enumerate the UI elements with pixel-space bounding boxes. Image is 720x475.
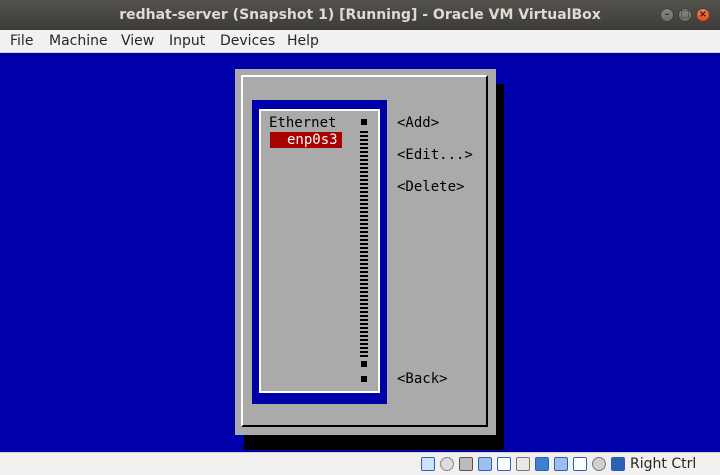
menu-help[interactable]: Help — [287, 30, 319, 52]
close-icon[interactable]: × — [696, 8, 710, 22]
edit-button[interactable]: <Edit...> — [397, 147, 473, 163]
maximize-icon[interactable]: □ — [678, 8, 692, 22]
video-capture-icon[interactable] — [554, 457, 568, 471]
list-header-ethernet: Ethernet — [269, 115, 337, 131]
display-icon[interactable] — [535, 457, 549, 471]
usb-icon[interactable] — [497, 457, 511, 471]
host-key-label: Right Ctrl — [630, 456, 697, 472]
back-button[interactable]: <Back> — [397, 371, 448, 387]
network-icon[interactable] — [478, 457, 492, 471]
menu-devices[interactable]: Devices — [220, 30, 275, 52]
hard-disk-icon[interactable] — [421, 457, 435, 471]
menu-input[interactable]: Input — [169, 30, 205, 52]
menu-view[interactable]: View — [121, 30, 154, 52]
shared-folders-icon[interactable] — [516, 457, 530, 471]
minimize-icon[interactable]: – — [660, 8, 674, 22]
recording-icon[interactable] — [573, 457, 587, 471]
add-button[interactable]: <Add> — [397, 115, 439, 131]
menu-machine[interactable]: Machine — [49, 30, 108, 52]
menu-file[interactable]: File — [10, 30, 33, 52]
window-title: redhat-server (Snapshot 1) [Running] - O… — [119, 7, 601, 23]
list-scrollbar[interactable] — [360, 131, 368, 357]
connection-label[interactable]: enp0s3 — [287, 132, 338, 148]
audio-icon[interactable] — [459, 457, 473, 471]
cpu-icon[interactable] — [592, 457, 606, 471]
status-bar: Right Ctrl — [0, 452, 720, 475]
scroll-up-marker — [361, 119, 367, 125]
window-titlebar[interactable]: redhat-server (Snapshot 1) [Running] - O… — [0, 0, 720, 30]
delete-button[interactable]: <Delete> — [397, 179, 464, 195]
scroll-down-marker — [361, 376, 367, 382]
mouse-integration-icon[interactable] — [611, 457, 625, 471]
scroll-thumb[interactable] — [361, 361, 367, 367]
optical-drive-icon[interactable] — [440, 457, 454, 471]
menu-bar: File Machine View Input Devices Help — [0, 30, 720, 53]
